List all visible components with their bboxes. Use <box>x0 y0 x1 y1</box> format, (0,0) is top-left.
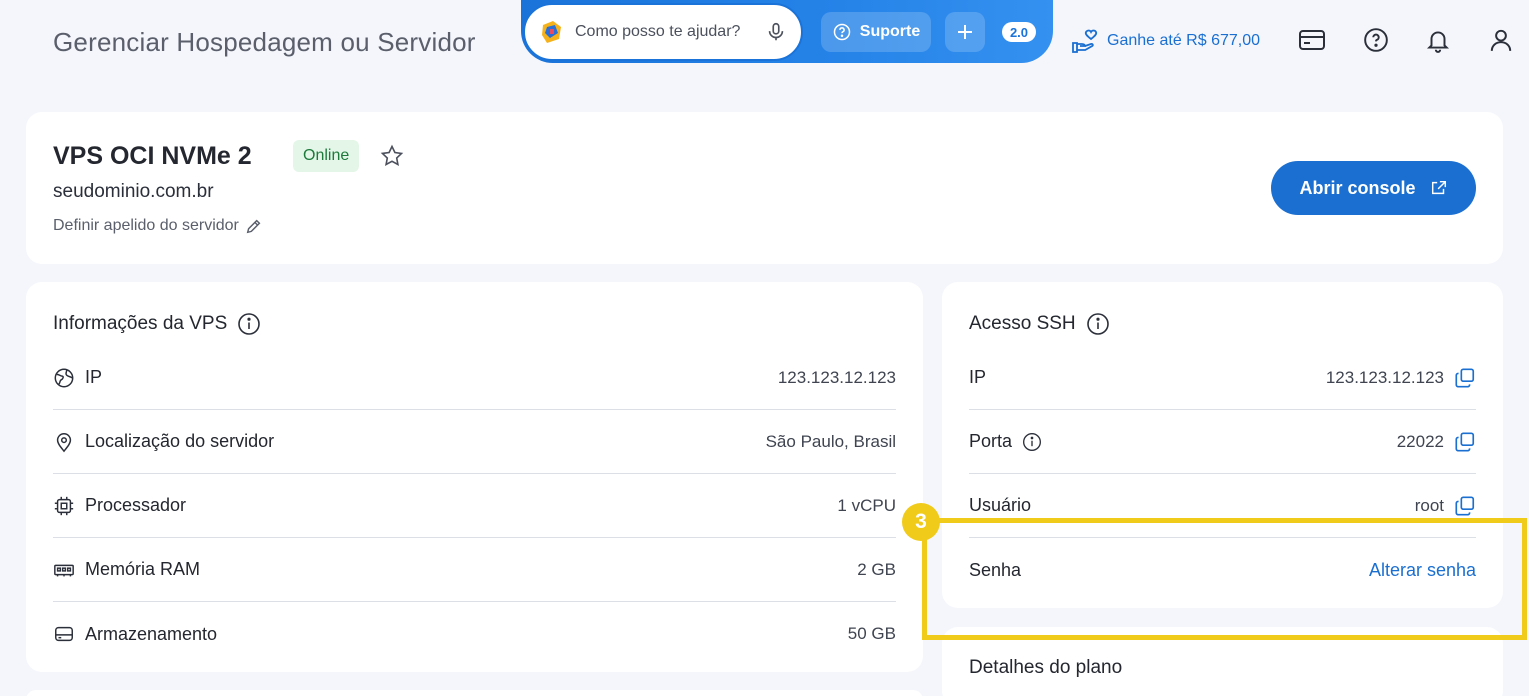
ssh-row-value: 22022 <box>1396 431 1444 451</box>
external-link-icon <box>1431 180 1446 195</box>
vps-row-storage: Armazenamento 50 GB <box>53 602 896 666</box>
support-label: Suporte <box>859 23 921 40</box>
highlight-box <box>922 518 1527 640</box>
help-icon[interactable] <box>1362 26 1390 54</box>
globe-icon <box>53 367 75 389</box>
ram-icon <box>53 559 75 581</box>
console-label: Abrir console <box>1299 177 1416 198</box>
copy-icon[interactable] <box>1454 431 1476 453</box>
vps-row-label: IP <box>85 367 103 387</box>
bottom-card <box>26 690 923 696</box>
set-nickname-link[interactable]: Definir apelido do servidor <box>53 217 263 235</box>
nickname-label: Definir apelido do servidor <box>53 217 239 234</box>
credit-card-icon[interactable] <box>1298 26 1326 54</box>
support-button[interactable]: Suporte <box>821 12 931 52</box>
vps-row-label: Memória RAM <box>85 559 201 579</box>
add-button[interactable] <box>945 12 985 52</box>
info-icon[interactable] <box>237 312 261 336</box>
ssh-row-value: 123.123.12.123 <box>1325 367 1444 387</box>
vps-row-ip: IP 123.123.12.123 <box>53 346 896 410</box>
vps-info-title: Informações da VPS <box>53 312 261 336</box>
ssh-row-label: Usuário <box>969 495 1032 515</box>
vps-row-value: 123.123.12.123 <box>777 367 896 387</box>
vps-row-value: 1 vCPU <box>837 495 896 515</box>
info-icon[interactable] <box>1022 432 1042 452</box>
vps-row-value: 2 GB <box>857 559 896 579</box>
vps-info-title-text: Informações da VPS <box>53 313 228 334</box>
ssh-title-text: Acesso SSH <box>969 313 1076 334</box>
storage-icon <box>53 623 75 645</box>
version-badge: 2.0 <box>1002 22 1036 42</box>
ssh-title: Acesso SSH <box>969 312 1110 336</box>
vps-row-label: Armazenamento <box>85 623 218 644</box>
assistant-placeholder: Como posso te ajudar? <box>575 23 741 40</box>
ssh-row-port: Porta 22022 <box>969 410 1476 474</box>
open-console-button[interactable]: Abrir console <box>1271 161 1476 215</box>
vps-row-label: Processador <box>85 495 187 515</box>
help-circle-icon <box>833 23 851 41</box>
page-title: Gerenciar Hospedagem ou Servidor <box>53 27 476 57</box>
vps-row-label: Localização do servidor <box>85 431 275 451</box>
server-name: VPS OCI NVMe 2 <box>53 142 252 170</box>
vps-row-processor: Processador 1 vCPU <box>53 474 896 538</box>
info-icon[interactable] <box>1086 312 1110 336</box>
star-icon[interactable] <box>380 144 404 168</box>
copy-icon[interactable] <box>1454 495 1476 517</box>
vps-row-value: 50 GB <box>847 624 896 643</box>
status-badge: Online <box>293 140 360 172</box>
server-card: VPS OCI NVMe 2 Online seudominio.com.br … <box>26 112 1503 264</box>
vps-info-card: Informações da VPS IP 123.123.12.123 Loc… <box>26 282 923 672</box>
copy-icon[interactable] <box>1454 367 1476 389</box>
location-icon <box>53 431 75 453</box>
bell-icon[interactable] <box>1424 26 1452 54</box>
cpu-icon <box>53 495 75 517</box>
assistant-search-input[interactable]: Como posso te ajudar? <box>523 3 803 61</box>
plus-icon <box>958 25 972 39</box>
ssh-row-label: Porta <box>969 431 1013 451</box>
ssh-row-label: IP <box>969 367 987 387</box>
vps-row-value: São Paulo, Brasil <box>765 431 896 451</box>
ssh-row-ip: IP 123.123.12.123 <box>969 346 1476 410</box>
plan-title: Detalhes do plano <box>969 657 1123 678</box>
vps-row-location: Localização do servidor São Paulo, Brasi… <box>53 410 896 474</box>
earn-link[interactable]: Ganhe até R$ 677,00 <box>1071 26 1260 56</box>
assistant-logo-icon <box>542 21 561 43</box>
ssh-row-value: root <box>1414 495 1444 515</box>
vps-row-ram: Memória RAM 2 GB <box>53 538 896 602</box>
hand-heart-icon <box>1072 29 1098 53</box>
server-domain: seudominio.com.br <box>53 181 214 202</box>
user-icon[interactable] <box>1487 26 1515 54</box>
step-badge: 3 <box>902 503 940 541</box>
earn-label: Ganhe até R$ 677,00 <box>1107 32 1261 49</box>
mic-icon[interactable] <box>765 21 787 43</box>
pencil-icon <box>246 219 261 234</box>
